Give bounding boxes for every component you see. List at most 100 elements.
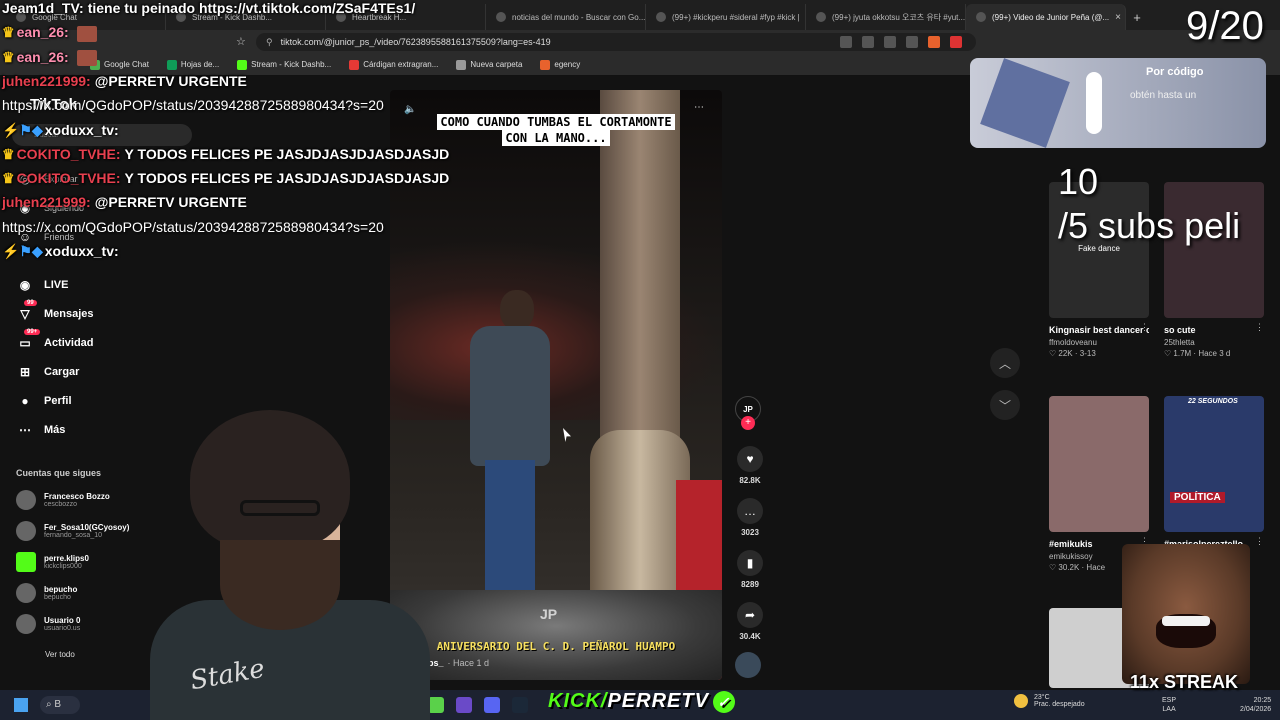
crown-badge-icon: ♛ <box>2 48 15 65</box>
heart-outline-icon: ♡ <box>1049 349 1059 358</box>
more-options-icon[interactable]: ⋯ <box>694 102 704 113</box>
bookmark-item[interactable]: Stream - Kick Dashb... <box>237 59 331 70</box>
following-text: perre.klips0 kickclips000 <box>44 554 89 570</box>
new-tab-icon[interactable]: + <box>1126 4 1148 30</box>
bookmark-label: Nueva carpeta <box>470 60 523 69</box>
clock[interactable]: 20:25 2/04/2026 <box>1240 696 1271 714</box>
following-item[interactable]: Usuario 0 usuario0.us <box>16 614 80 634</box>
sidebar-item-actividad[interactable]: ▭ 99+ Actividad <box>16 329 94 352</box>
browser-tab[interactable]: (99+) jyuta okkotsu 오코츠 유타 #yut... <box>806 4 966 30</box>
share-icon[interactable] <box>906 36 918 48</box>
music-disc-icon[interactable] <box>735 652 761 678</box>
avatar <box>16 552 36 572</box>
language-indicator[interactable]: ESP LAA <box>1162 696 1176 714</box>
chat-message: ♛ ean_26: <box>2 24 97 42</box>
chat-badges-icon: ⚡⚑◆ <box>2 121 43 138</box>
more-options-icon[interactable]: ⋮ <box>1140 322 1149 333</box>
next-video-button[interactable]: ﹀ <box>990 390 1020 420</box>
chat-username: xoduxx_tv: <box>44 243 119 259</box>
steam-icon[interactable] <box>512 697 528 713</box>
following-text: Fer_Sosa10(GCyosoy) fernando_sosa_10 <box>44 523 129 539</box>
messages-icon: ▽ 99 <box>16 300 37 323</box>
kick-prefix: KICK/ <box>548 690 608 712</box>
weather-temp: 23°C <box>1034 694 1050 701</box>
like-button[interactable]: ♥ 82.8K <box>735 446 765 485</box>
site-info-icon[interactable]: ⚲ <box>266 37 273 48</box>
suggestion-date: 3-13 <box>1079 349 1096 358</box>
notification-badge: 99+ <box>24 329 41 335</box>
cast-icon[interactable] <box>884 36 896 48</box>
discord-icon[interactable] <box>484 697 500 713</box>
save-count: 8289 <box>741 580 759 589</box>
browser-tab[interactable]: (99+) #kickperu #sideral #fyp #kick | <box>646 4 806 30</box>
reader-mode-icon[interactable] <box>840 36 852 48</box>
suggestion-author[interactable]: 25thletta <box>1164 338 1264 347</box>
subs-goal: 10 /5 subs peli <box>1058 160 1240 248</box>
heart-outline-icon: ♡ <box>1164 349 1174 358</box>
following-name: Fer_Sosa10(GCyosoy) <box>44 523 130 532</box>
bookmark-star-icon[interactable]: ☆ <box>236 35 246 48</box>
chat-message: Jeam1d_TV: tiene tu peinado https://vt.ti… <box>2 0 415 16</box>
suggestion-meta: ♡ 22K · 3-13 <box>1049 349 1096 358</box>
bookmark-item[interactable]: Nueva carpeta <box>456 59 523 70</box>
weather-widget[interactable]: 23°C Prac. despejado <box>1014 694 1085 708</box>
bookmark-item[interactable]: Google Chat <box>90 59 149 70</box>
suggestion-author[interactable]: ffmoldoveanu <box>1049 338 1149 347</box>
following-text: Francesco Bozzo cescbozzo <box>44 492 110 508</box>
sidebar-item-label: Más <box>44 424 66 436</box>
chat-message: ⚡⚑◆ xoduxx_tv: <box>2 122 123 139</box>
caption-line-1: COMO CUANDO TUMBAS EL CORTAMONTE <box>437 114 675 130</box>
sidebar-item-live[interactable]: ◉ LIVE <box>16 276 69 294</box>
browser-tab[interactable]: noticias del mundo - Buscar con Go... <box>486 4 646 30</box>
video-thumbnail[interactable] <box>1049 396 1149 532</box>
comment-button[interactable]: … 3023 <box>735 498 765 537</box>
bookmark-item[interactable]: egency <box>540 59 580 70</box>
suggestion-card[interactable]: 22 SEGUNDOSPOLÍTICA#marisolperezteIlo⋮ <box>1164 396 1264 550</box>
subs-goal-text: /5 subs peli <box>1058 205 1241 246</box>
save-button[interactable]: ▮ 8289 <box>735 550 765 589</box>
following-item[interactable]: Francesco Bozzo cescbozzo <box>16 490 110 510</box>
sidebar-item-ms[interactable]: ⋯ Más <box>16 421 65 439</box>
video-caption-bottom: ANIVERSARIO DEL C. D. PEÑAROL HUAMPO <box>436 640 676 653</box>
taskbar-search[interactable]: ⌕ B <box>40 696 80 714</box>
live-icon: ◉ <box>19 278 31 292</box>
following-name: bepucho <box>44 585 78 594</box>
previous-video-button[interactable]: ︿ <box>990 348 1020 378</box>
obs-icon[interactable] <box>456 697 472 713</box>
clock-date: 2/04/2026 <box>1240 706 1272 713</box>
brave-shield-icon[interactable] <box>928 36 940 48</box>
more-options-icon[interactable]: ⋮ <box>1255 322 1264 333</box>
sidebar-item-cargar[interactable]: ⊞ Cargar <box>16 363 80 381</box>
kick-studio-icon[interactable] <box>428 697 444 713</box>
bookmark-favicon-icon <box>349 59 360 70</box>
notification-badge: 99 <box>24 300 37 306</box>
windows-start-icon[interactable] <box>14 698 28 712</box>
see-all-link[interactable]: Ver todo <box>45 650 75 659</box>
close-icon[interactable]: × <box>1115 12 1121 23</box>
extension-icons <box>840 36 962 48</box>
sidebar-item-mensajes[interactable]: ▽ 99 Mensajes <box>16 300 94 323</box>
following-item[interactable]: Fer_Sosa10(GCyosoy) fernando_sosa_10 <box>16 521 129 541</box>
share-button[interactable]: ➦ 30.4K <box>735 602 765 641</box>
chat-message: https://x.com/QGdoPOP/status/20394288725… <box>2 219 384 235</box>
caption-line-2: CON LA MANO... <box>502 130 610 146</box>
bookmark-item[interactable]: Hojas de... <box>166 59 219 70</box>
following-item[interactable]: bepucho bepucho <box>16 583 77 603</box>
screen: Google Chat Stream - Kick Dashb... Heartbr… <box>0 0 1280 720</box>
following-name: Usuario 0 <box>44 616 81 625</box>
more-options-icon[interactable]: ⋮ <box>1255 536 1264 547</box>
subs-goal-count: 10 <box>1058 161 1099 202</box>
following-item[interactable]: perre.klips0 kickclips000 <box>16 552 89 572</box>
video-thumbnail[interactable]: 22 SEGUNDOS POLÍTICA <box>1164 396 1264 532</box>
more-icon: ⋯ <box>19 423 31 437</box>
chat-username: juhen221999: <box>2 194 91 211</box>
bookmark-item[interactable]: Cárdigan extragran... <box>349 59 438 70</box>
following-handle: fernando_sosa_10 <box>44 532 102 539</box>
promo-banner[interactable]: Por código obtén hasta un <box>970 58 1266 148</box>
browser-tab[interactable]: (99+) Video de Junior Peña (@... × <box>966 4 1126 30</box>
sidebar-item-perfil[interactable]: ● Perfil <box>16 392 71 410</box>
translate-icon[interactable] <box>862 36 874 48</box>
follow-plus-icon[interactable]: + <box>741 416 755 430</box>
brave-rewards-icon[interactable] <box>950 36 962 48</box>
tab-favicon-icon <box>976 12 986 22</box>
